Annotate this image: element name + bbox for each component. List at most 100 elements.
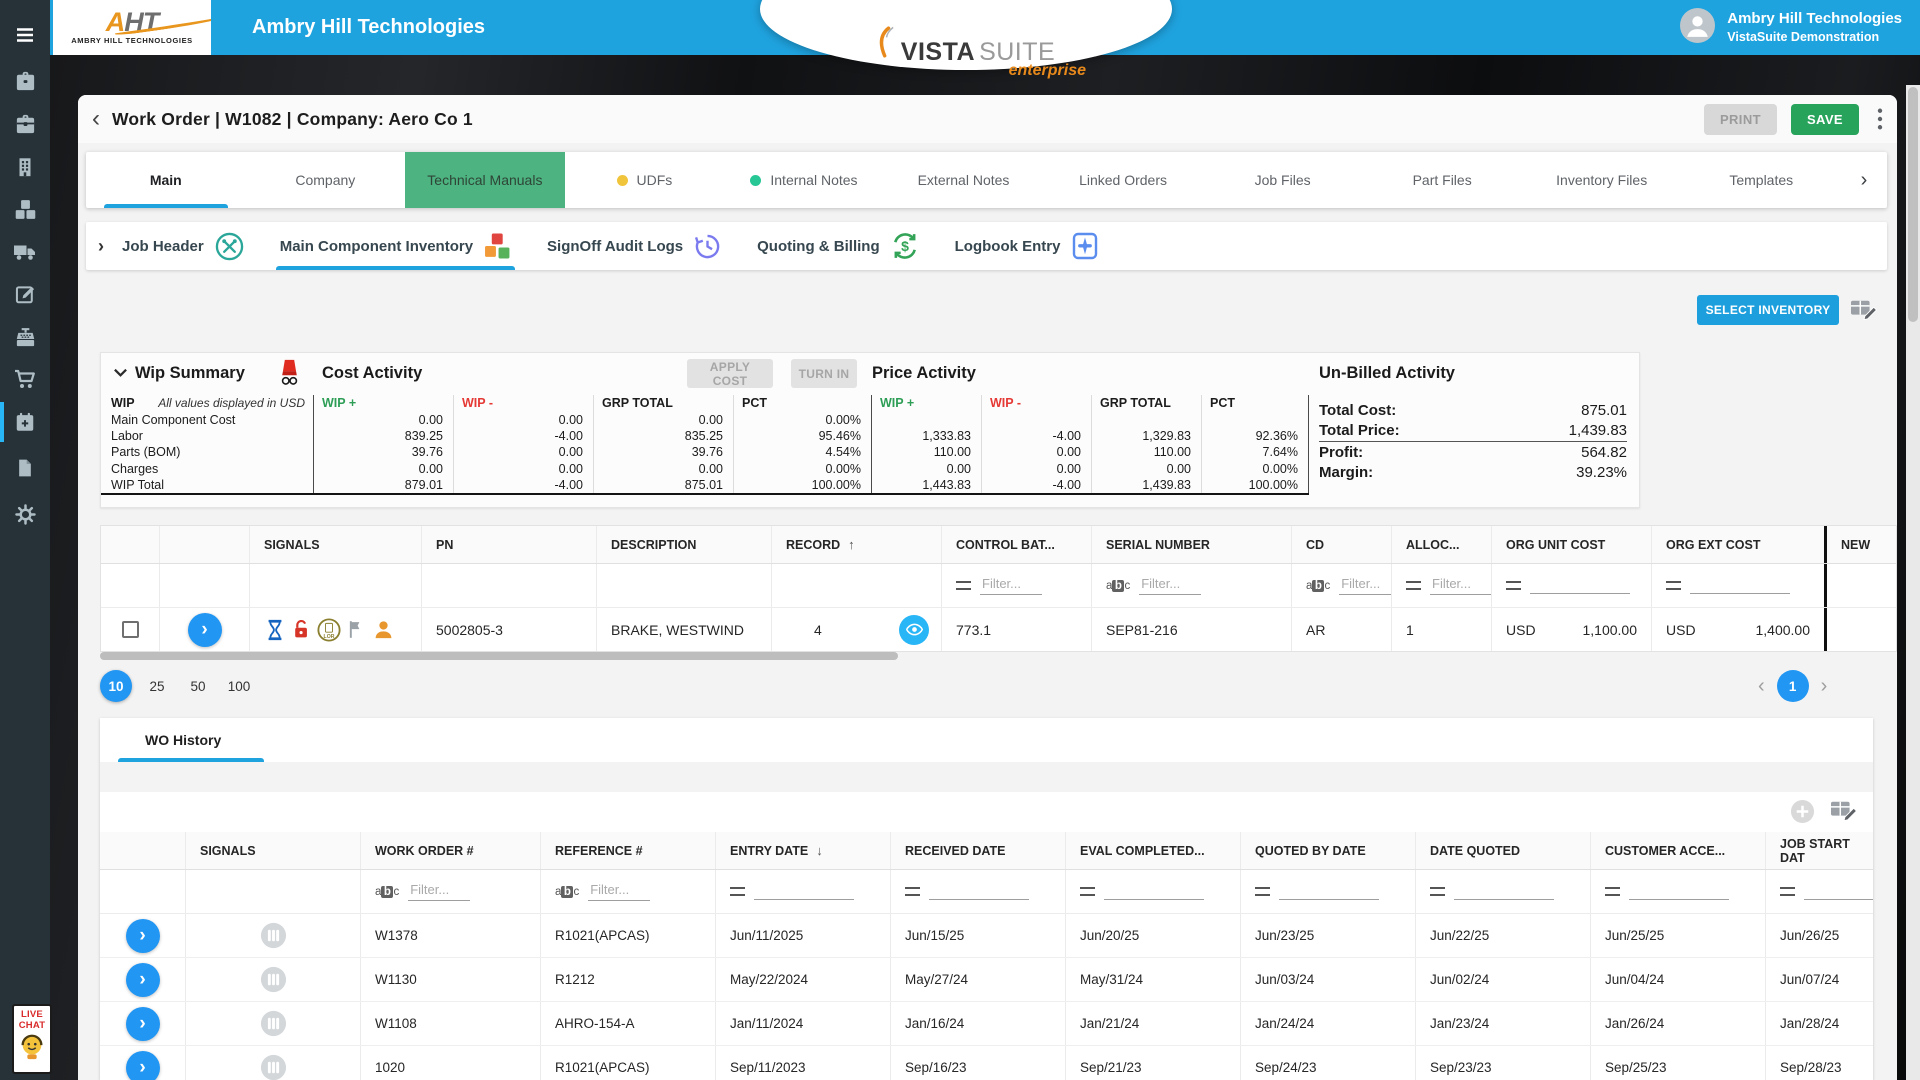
wo-col-work-order[interactable]: WORK ORDER # bbox=[360, 832, 540, 869]
inventory-col-org-unit-cost[interactable]: ORG UNIT COST bbox=[1491, 526, 1651, 563]
expand-row-button[interactable]: › bbox=[187, 612, 222, 647]
inventory-col-cd[interactable]: CD bbox=[1291, 526, 1391, 563]
inventory-col-pn[interactable]: PN bbox=[421, 526, 596, 563]
filter-input[interactable] bbox=[754, 884, 854, 900]
current-page-button[interactable]: 1 bbox=[1776, 670, 1809, 702]
subnav-item-job-header[interactable]: Job Header bbox=[122, 222, 244, 270]
filter-input[interactable]: Filter... bbox=[1139, 576, 1202, 595]
sort-desc-icon[interactable]: ↓ bbox=[816, 843, 823, 858]
wo-col-received-date[interactable]: RECEIVED DATE bbox=[890, 832, 1065, 869]
wo-history-row[interactable]: › W1108 AHRO-154-A Jan/11/2024 Jan/16/24 Jan/… bbox=[100, 1002, 1873, 1046]
sidebar-item-building[interactable] bbox=[0, 146, 50, 188]
subnav-item-quoting-billing[interactable]: Quoting & Billing $ bbox=[757, 222, 918, 270]
print-button[interactable]: PRINT bbox=[1703, 103, 1777, 135]
page-scrollbar-thumb[interactable] bbox=[1908, 87, 1918, 322]
sidebar-item-cart[interactable] bbox=[0, 358, 50, 400]
sidebar-item-compose[interactable] bbox=[0, 273, 50, 315]
subnav-item-logbook-entry[interactable]: Logbook Entry bbox=[955, 222, 1100, 270]
apply-cost-button[interactable]: APPLY COST bbox=[687, 359, 773, 388]
expand-row-button[interactable]: › bbox=[125, 1006, 160, 1041]
wo-col-date-quoted[interactable]: DATE QUOTED bbox=[1415, 832, 1590, 869]
tab-main[interactable]: Main bbox=[86, 152, 246, 208]
wo-filter-cell[interactable] bbox=[1590, 870, 1765, 913]
tab-part-files[interactable]: Part Files bbox=[1362, 152, 1522, 208]
wo-filter-cell[interactable] bbox=[715, 870, 890, 913]
filter-input[interactable] bbox=[1104, 884, 1204, 900]
sidebar-item-truck[interactable] bbox=[0, 231, 50, 273]
table-edit-icon[interactable] bbox=[1850, 297, 1878, 328]
filter-input[interactable]: Filter... bbox=[588, 882, 651, 901]
inventory-filter-cell[interactable]: Filter... bbox=[1391, 564, 1491, 607]
inventory-col-signals[interactable]: SIGNALS bbox=[249, 526, 421, 563]
company-logo[interactable]: AHT AMBRY HILL TECHNOLOGIES bbox=[53, 0, 211, 55]
inventory-col-control-bat[interactable]: CONTROL BAT... bbox=[941, 526, 1091, 563]
inventory-filter-cell[interactable] bbox=[1651, 564, 1824, 607]
wo-filter-cell[interactable] bbox=[1240, 870, 1415, 913]
page-size-50[interactable]: 50 bbox=[182, 670, 214, 702]
inventory-col-serial-number[interactable]: SERIAL NUMBER bbox=[1091, 526, 1291, 563]
tab-udfs[interactable]: UDFs bbox=[565, 152, 725, 208]
inventory-col-description[interactable]: DESCRIPTION bbox=[596, 526, 771, 563]
filter-input[interactable] bbox=[1690, 578, 1790, 594]
next-page-icon[interactable]: › bbox=[1821, 675, 1828, 698]
table-edit-icon[interactable] bbox=[1830, 798, 1858, 829]
inventory-filter-cell[interactable]: a b c Filter... bbox=[1091, 564, 1291, 607]
add-row-icon[interactable] bbox=[1790, 799, 1815, 829]
wo-col-entry-date[interactable]: ENTRY DATE ↓ bbox=[715, 832, 890, 869]
live-chat-button[interactable]: LIVE CHAT bbox=[12, 1004, 52, 1074]
page-size-25[interactable]: 25 bbox=[141, 670, 173, 702]
wo-filter-cell[interactable] bbox=[1415, 870, 1590, 913]
page-size-10[interactable]: 10 bbox=[100, 670, 132, 702]
wo-col-signals[interactable]: SIGNALS bbox=[185, 832, 360, 869]
lock-open-icon[interactable] bbox=[291, 619, 312, 640]
prev-page-icon[interactable]: ‹ bbox=[1758, 675, 1765, 698]
sidebar-item-briefcase[interactable] bbox=[0, 60, 50, 102]
inventory-col-new[interactable]: NEW bbox=[1824, 526, 1896, 563]
expand-row-button[interactable]: › bbox=[125, 918, 160, 953]
wo-col-quoted-by-date[interactable]: QUOTED BY DATE bbox=[1240, 832, 1415, 869]
sidebar-item-gear[interactable] bbox=[0, 493, 50, 535]
tab-internal-notes[interactable]: Internal Notes bbox=[724, 152, 884, 208]
page-scrollbar[interactable] bbox=[1906, 85, 1920, 1080]
tab-technical-manuals[interactable]: Technical Manuals bbox=[405, 152, 565, 208]
wo-history-row[interactable]: › W1130 R1212 May/22/2024 May/27/24 May/31/24… bbox=[100, 958, 1873, 1002]
tab-linked-orders[interactable]: Linked Orders bbox=[1043, 152, 1203, 208]
row-checkbox[interactable] bbox=[121, 621, 139, 638]
wo-filter-cell[interactable]: a b c Filter... bbox=[540, 870, 715, 913]
filter-input[interactable] bbox=[1629, 884, 1729, 900]
wo-col-eval-completed[interactable]: EVAL COMPLETED... bbox=[1065, 832, 1240, 869]
wo-col-customer-acce[interactable]: CUSTOMER ACCE... bbox=[1590, 832, 1765, 869]
sidebar-item-cubes[interactable] bbox=[0, 188, 50, 230]
sidebar-item-document[interactable] bbox=[0, 447, 50, 489]
sidebar-item-cash-register[interactable] bbox=[0, 316, 50, 358]
sidebar-item-toolbox[interactable] bbox=[0, 103, 50, 145]
inventory-col-alloc[interactable]: ALLOC... bbox=[1391, 526, 1491, 563]
save-button[interactable]: SAVE bbox=[1790, 103, 1859, 135]
wo-filter-cell[interactable] bbox=[890, 870, 1065, 913]
wo-col-reference[interactable]: REFERENCE # bbox=[540, 832, 715, 869]
expand-row-button[interactable]: › bbox=[125, 1050, 160, 1080]
tab-external-notes[interactable]: External Notes bbox=[884, 152, 1044, 208]
filter-input[interactable] bbox=[929, 884, 1029, 900]
tab-job-files[interactable]: Job Files bbox=[1203, 152, 1363, 208]
filter-input[interactable]: Filter... bbox=[1339, 576, 1391, 595]
expand-row-button[interactable]: › bbox=[125, 962, 160, 997]
filter-input[interactable] bbox=[1454, 884, 1554, 900]
back-button[interactable]: ‹ bbox=[92, 107, 100, 131]
wo-filter-cell[interactable] bbox=[1065, 870, 1240, 913]
wo-history-row[interactable]: › 1020 R1021(APCAS) Sep/11/2023 Sep/16/23 Sep… bbox=[100, 1046, 1873, 1080]
select-inventory-button[interactable]: SELECT INVENTORY bbox=[1697, 295, 1839, 325]
subnav-collapse-chevron-icon[interactable]: › bbox=[98, 236, 104, 257]
subnav-item-main-component-inventory[interactable]: Main Component Inventory bbox=[275, 222, 516, 270]
filter-input[interactable] bbox=[1530, 578, 1630, 594]
hourglass-icon[interactable] bbox=[264, 619, 286, 641]
sort-asc-icon[interactable]: ↑ bbox=[848, 537, 855, 552]
page-size-100[interactable]: 100 bbox=[223, 670, 255, 702]
wo-history-row[interactable]: › W1378 R1021(APCAS) Jun/11/2025 Jun/15/25 Ju… bbox=[100, 914, 1873, 958]
wip-summary-toggle[interactable]: Wip Summary bbox=[113, 353, 245, 393]
inventory-data-row[interactable]: › LOR 5002805-3 BRAKE, WESTWIND 4 773.1 SEP81-… bbox=[101, 608, 1896, 651]
flag-icon[interactable] bbox=[346, 619, 367, 640]
person-icon[interactable] bbox=[372, 618, 395, 641]
sidebar-item-calendar-add[interactable] bbox=[0, 401, 50, 443]
turn-in-button[interactable]: TURN IN bbox=[791, 359, 857, 388]
